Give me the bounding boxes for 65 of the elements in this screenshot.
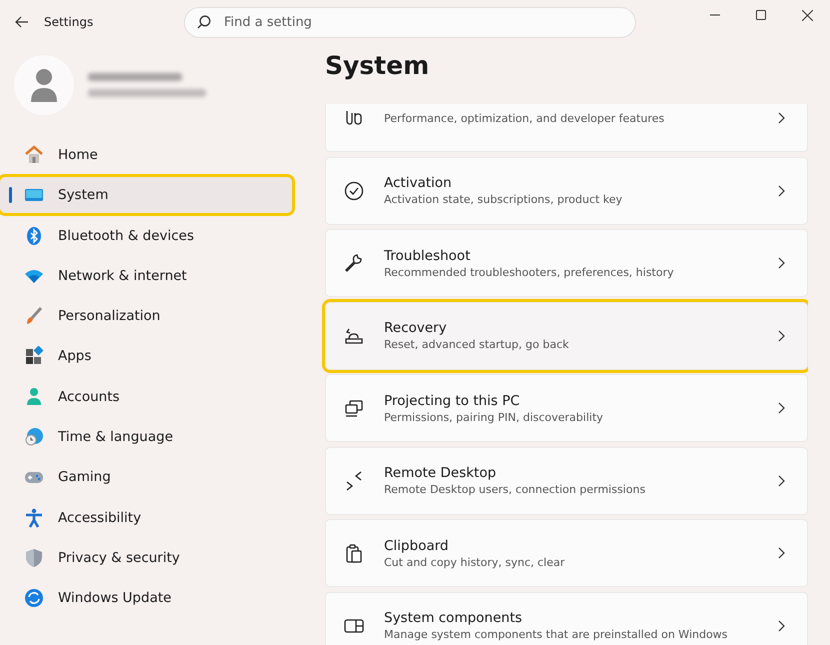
card-title: Recovery: [384, 320, 448, 336]
chevron-icon: [778, 474, 785, 486]
sidebar-item[interactable]: Home: [4, 137, 292, 173]
chevron-icon: [778, 547, 785, 559]
sidebar-item[interactable]: Apps: [4, 338, 292, 374]
settings-card[interactable]: System components Manage system components that are preinstalled on Windows: [325, 592, 808, 645]
chevron-icon: [778, 402, 785, 414]
card-subtitle: Reset, advanced startup, go back: [384, 338, 570, 351]
settings-card[interactable]: Clipboard Cut and copy history, sync, clear: [325, 519, 808, 587]
shield-icon: [24, 548, 44, 568]
settings-card[interactable]: Activation Activation state, subscriptions, product key: [325, 156, 808, 224]
accessibility-icon: [24, 508, 44, 528]
settings-card[interactable]: Remote Desktop Remote Desktop users, connection permissions: [325, 446, 808, 514]
sidebar-item[interactable]: Time & language: [4, 419, 292, 456]
chevron-icon: [778, 330, 785, 342]
settings-card[interactable]: Troubleshoot Recommended troubleshooters, preferences, history: [325, 229, 808, 297]
close-icon[interactable]: [802, 10, 812, 20]
card-subtitle: Performance, optimization, and developer features: [384, 112, 666, 124]
update-icon: [24, 588, 44, 608]
brush-icon: [24, 306, 44, 326]
settings-card[interactable]: Projecting to this PC Permissions, pairing PIN, discoverability: [325, 374, 808, 442]
settings-card[interactable]: Performance, optimization, and developer features: [325, 104, 808, 152]
sidebar-item[interactable]: Accessibility: [4, 500, 292, 536]
wrench-icon: [344, 253, 364, 273]
remote-icon: [344, 470, 364, 490]
sidebar-item[interactable]: Privacy & security: [4, 540, 292, 576]
search-field[interactable]: Find a setting: [184, 6, 636, 38]
sidebar-item[interactable]: Gaming: [4, 459, 292, 496]
card-title: Projecting to this PC: [384, 392, 521, 408]
card-title: Troubleshoot: [384, 248, 472, 264]
home-icon: [24, 145, 44, 165]
card-subtitle: Permissions, pairing PIN, discoverability: [384, 410, 604, 424]
card-title: System components: [384, 610, 524, 626]
sidebar-item[interactable]: System: [0, 177, 292, 214]
card-subtitle: Cut and copy history, sync, clear: [384, 556, 566, 568]
bluetooth-icon: [24, 226, 44, 246]
person-icon: [24, 386, 44, 407]
search-icon: [197, 14, 211, 28]
sidebar-item[interactable]: Accounts: [4, 378, 292, 415]
check-circle-icon: [344, 180, 364, 200]
sidebar-item[interactable]: Personalization: [4, 298, 292, 334]
sidebar-item[interactable]: Bluetooth & devices: [4, 218, 292, 254]
clipboard-icon: [344, 543, 364, 563]
apps-icon: [24, 346, 44, 366]
card-subtitle: Remote Desktop users, connection permissions: [384, 483, 646, 496]
card-title: Activation: [384, 175, 453, 191]
globe-clock-icon: [24, 427, 44, 448]
sidebar-item[interactable]: Network & internet: [4, 258, 292, 294]
card-subtitle: Recommended troubleshooters, preferences, history: [384, 266, 675, 278]
page-title: System: [325, 50, 430, 82]
projector-icon: [344, 398, 364, 418]
card-subtitle: Activation state, subscriptions, product key: [384, 193, 624, 206]
card-title: Clipboard: [384, 538, 450, 554]
selection-indicator: [9, 187, 12, 204]
chevron-icon: [778, 112, 785, 124]
chevron-icon: [778, 620, 785, 632]
back-icon[interactable]: [15, 16, 29, 28]
card-subtitle: Manage system components that are preinstalled on Windows: [384, 628, 729, 641]
minimize-icon[interactable]: [710, 14, 720, 16]
sidebar-item[interactable]: Windows Update: [4, 580, 292, 616]
chevron-icon: [778, 184, 785, 196]
chevron-icon: [778, 257, 785, 269]
maximize-icon[interactable]: [756, 10, 766, 20]
card-title: Remote Desktop: [384, 465, 498, 481]
window-title: Settings: [44, 15, 94, 29]
